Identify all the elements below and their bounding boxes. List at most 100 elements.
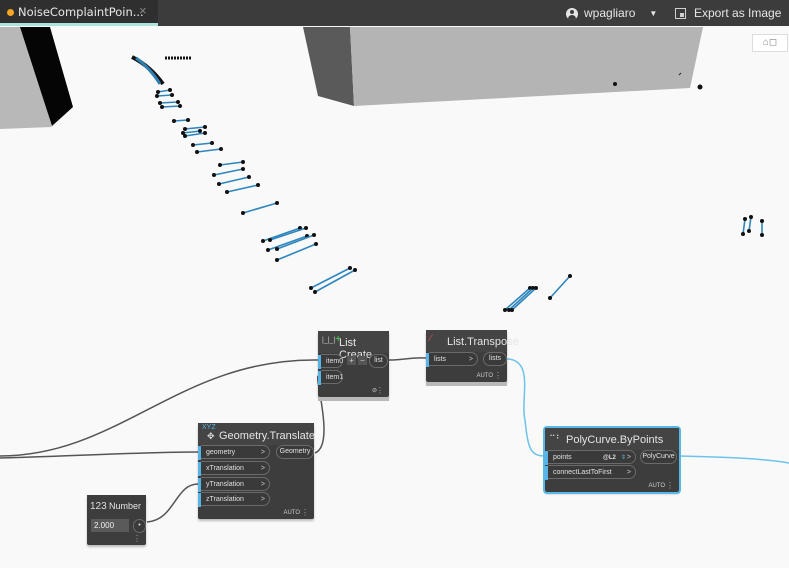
segment-endpoint: [225, 190, 229, 194]
segment-endpoint: [348, 266, 352, 270]
segment-endpoint: [217, 182, 221, 186]
remove-input-button[interactable]: −: [358, 356, 367, 365]
port-label: xTranslation: [206, 465, 244, 472]
line-segment: [161, 105, 181, 108]
wire-polycurve-out: [678, 455, 789, 464]
input-port-points[interactable]: points @L2 ⇕ >: [545, 450, 636, 465]
node-menu-icon[interactable]: ⋮: [376, 386, 384, 395]
node-header[interactable]: |_|_|+ List Create: [318, 331, 389, 361]
segment-endpoint: [210, 141, 214, 145]
line-segment: [159, 101, 179, 104]
port-label: item0: [326, 358, 344, 365]
output-port-polycurve[interactable]: PolyCurve: [640, 450, 677, 464]
node-menu-icon[interactable]: ⋮: [301, 508, 309, 517]
segment-endpoint: [241, 160, 245, 164]
port-label: points: [553, 454, 572, 461]
port-label: zTranslation: [206, 496, 244, 503]
line-segment: [504, 287, 531, 311]
node-list-transpose[interactable]: ⁄ List.Transpose lists > lists AUTO ⋮: [426, 330, 519, 386]
segment-endpoint: [219, 147, 223, 151]
lacing-label: AUTO: [648, 483, 665, 489]
line-segment: [742, 218, 746, 235]
segment-endpoint: [186, 118, 190, 122]
segment-endpoint: [191, 143, 195, 147]
node-header[interactable]: 123 Number: [87, 495, 146, 517]
segment-endpoint: [312, 233, 316, 237]
segment-endpoint: [266, 248, 270, 252]
number-tag: 123: [90, 501, 107, 512]
input-port-lists[interactable]: lists >: [426, 352, 478, 367]
port-label: geometry: [206, 449, 236, 456]
lacing-label: AUTO: [476, 373, 493, 379]
chevron-down-icon: ▼: [649, 9, 658, 19]
level-stepper-icon[interactable]: ⇕: [621, 451, 626, 465]
user-icon: [566, 7, 578, 20]
input-port-item1[interactable]: item1: [318, 370, 343, 385]
node-geometry-translate[interactable]: XYZ ✥ Geometry.Translate geometry > xTran…: [198, 423, 315, 519]
output-port-list[interactable]: list: [369, 354, 388, 368]
segment-endpoint: [275, 258, 279, 262]
node-list-create[interactable]: |_|_|+ List Create item0 item1 + − list …: [318, 331, 389, 401]
segment-endpoint: [568, 274, 572, 278]
line-segment: [748, 216, 752, 232]
segment-endpoint: [309, 286, 313, 290]
output-port-number[interactable]: •: [133, 519, 146, 533]
line-segment: [156, 94, 173, 97]
tab-title: NoiseComplaintPoin...: [18, 5, 144, 19]
node-header[interactable]: ⁄ List.Transpose: [426, 330, 519, 352]
input-port-item0[interactable]: item0: [318, 354, 344, 369]
line-segment: [310, 267, 351, 289]
line-segments: [155, 88, 764, 312]
segment-endpoint: [218, 163, 222, 167]
point: [613, 82, 617, 86]
node-menu-icon[interactable]: ⋮: [494, 371, 502, 380]
export-label: Export as Image: [694, 6, 782, 20]
port-label: lists: [434, 356, 447, 363]
segment-endpoint: [195, 150, 199, 154]
output-port-lists[interactable]: lists: [483, 352, 507, 366]
node-menu-icon[interactable]: ⋮: [133, 534, 141, 543]
node-polycurve-bypoints[interactable]: ⠒⠆ PolyCurve.ByPoints points @L2 ⇕ > connec…: [543, 426, 681, 494]
node-footer-bar: [426, 382, 507, 386]
input-port-ytranslation[interactable]: yTranslation >: [198, 477, 270, 492]
line-segment: [182, 130, 201, 134]
segment-endpoint: [172, 119, 176, 123]
node-number[interactable]: 123 Number 2.000 • ⋮: [87, 495, 146, 545]
building-box-right-side: [303, 27, 354, 106]
input-port-geometry[interactable]: geometry >: [198, 445, 270, 460]
polycurve-icon: ⠒⠆: [549, 431, 563, 441]
line-segment: [192, 142, 213, 146]
line-segment: [226, 184, 259, 193]
input-port-xtranslation[interactable]: xTranslation >: [198, 461, 270, 476]
segment-endpoint: [304, 226, 308, 230]
xyz-tag: XYZ: [202, 424, 216, 431]
export-image-button[interactable]: Export as Image▼: [675, 6, 789, 20]
node-header[interactable]: XYZ ✥ Geometry.Translate: [198, 423, 315, 445]
segment-endpoint: [183, 127, 187, 131]
wire-transpose-to-polycurve: [506, 358, 546, 457]
workspace-tab[interactable]: NoiseComplaintPoin... ×: [0, 0, 158, 26]
number-value-input[interactable]: 2.000: [91, 519, 129, 532]
add-input-button[interactable]: +: [347, 356, 356, 365]
list-level-badge[interactable]: @L2: [603, 451, 616, 465]
output-port-geometry[interactable]: Geometry: [276, 445, 314, 459]
node-header[interactable]: ⠒⠆ PolyCurve.ByPoints: [545, 428, 679, 450]
segment-endpoint: [760, 219, 764, 223]
input-port-connectlasttofirst[interactable]: connectLastToFirst >: [545, 465, 636, 480]
line-segment: [218, 176, 250, 185]
node-menu-icon[interactable]: ⋮: [666, 481, 674, 490]
wire-listcreate-to-transpose: [388, 357, 427, 361]
segment-endpoint: [155, 94, 159, 98]
segment-endpoint: [353, 268, 357, 272]
node-title: Geometry.Translate: [219, 430, 315, 442]
close-icon[interactable]: ×: [139, 3, 147, 18]
line-segment: [213, 168, 244, 176]
line-segment: [511, 287, 537, 311]
view-toggle-button[interactable]: ⌂◻: [752, 34, 788, 52]
node-title: PolyCurve.ByPoints: [566, 434, 664, 446]
segment-endpoint: [168, 88, 172, 92]
input-port-ztranslation[interactable]: zTranslation >: [198, 492, 270, 507]
lacing-label: AUTO: [283, 510, 300, 516]
user-menu[interactable]: wpagliaro ▼: [566, 6, 657, 20]
segment-endpoint: [158, 101, 162, 105]
